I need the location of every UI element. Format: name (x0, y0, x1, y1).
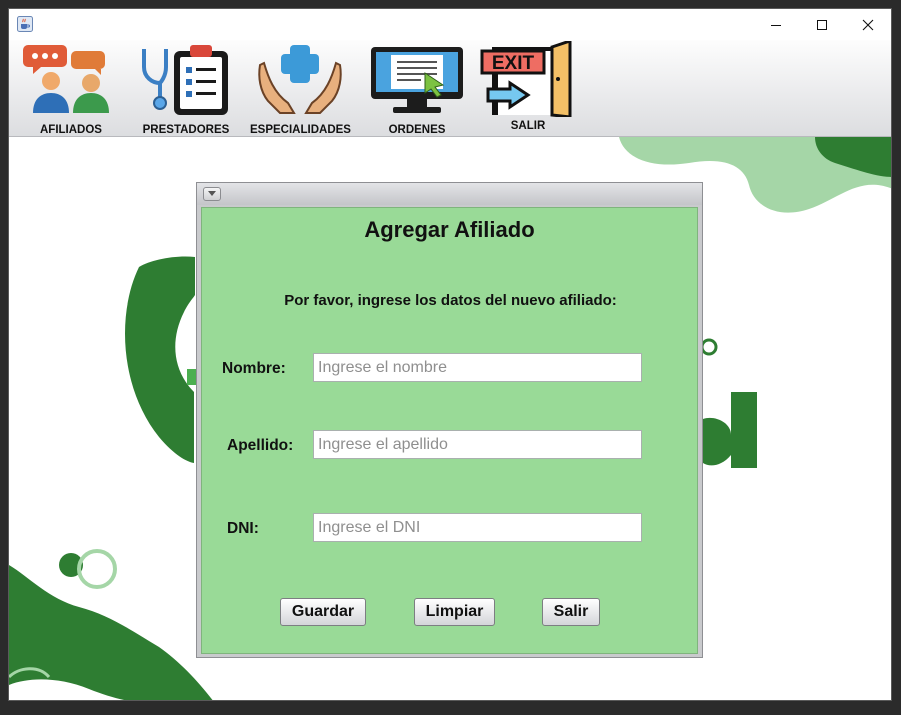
maximize-button[interactable] (799, 9, 845, 40)
stethoscope-clipboard-icon (142, 45, 228, 115)
dni-label: DNI: (227, 520, 259, 537)
chevron-down-icon (208, 191, 216, 196)
exit-door-icon: EXIT (480, 41, 572, 117)
add-afiliado-dialog: Agregar Afiliado Por favor, ingrese los … (196, 182, 703, 658)
close-icon (862, 19, 874, 30)
toolbar-especialidades-label: ESPECIALIDADES (250, 124, 351, 136)
toolbar-prestadores-button[interactable]: PRESTADORES (136, 43, 236, 136)
dialog-instructions: Por favor, ingrese los datos del nuevo a… (284, 292, 617, 309)
minimize-icon (771, 24, 781, 26)
toolbar-afiliados-button[interactable]: AFILIADOS (21, 43, 121, 136)
main-toolbar: AFILIADOS PRESTADORES ESPECIALIDADES ORD… (9, 40, 891, 137)
toolbar-salir-label: SALIR (510, 120, 546, 132)
guardar-button[interactable]: Guardar (280, 598, 366, 626)
people-chat-icon (23, 45, 109, 113)
toolbar-salir-button[interactable]: EXIT SALIR (478, 41, 578, 135)
toolbar-ordenes-label: ORDENES (388, 124, 446, 136)
dialog-title-bar[interactable] (197, 183, 702, 205)
dni-input[interactable] (313, 513, 642, 542)
toolbar-especialidades-button[interactable]: ESPECIALIDADES (250, 43, 351, 136)
salir-button[interactable]: Salir (542, 598, 600, 626)
close-button[interactable] (845, 9, 891, 40)
minimize-button[interactable] (753, 9, 799, 40)
toolbar-afiliados-label: AFILIADOS (40, 124, 102, 136)
main-window: AFILIADOS PRESTADORES ESPECIALIDADES ORD… (8, 8, 892, 701)
monitor-document-icon (371, 47, 463, 113)
dialog-form: Agregar Afiliado Por favor, ingrese los … (201, 207, 698, 654)
title-bar (9, 9, 891, 40)
hands-medical-cross-icon (258, 45, 343, 114)
dialog-heading: Agregar Afiliado (364, 217, 535, 242)
limpiar-button[interactable]: Limpiar (414, 598, 495, 626)
nombre-label: Nombre: (222, 360, 286, 377)
java-cup-icon (17, 16, 33, 32)
toolbar-ordenes-button[interactable]: ORDENES (367, 43, 467, 136)
apellido-input[interactable] (313, 430, 642, 459)
desktop-pane: Agregar Afiliado Por favor, ingrese los … (9, 137, 891, 700)
toolbar-prestadores-label: PRESTADORES (142, 124, 230, 136)
apellido-label: Apellido: (227, 437, 294, 454)
maximize-icon (817, 19, 827, 30)
nombre-input[interactable] (313, 353, 642, 382)
exit-sign-text: EXIT (492, 53, 535, 74)
dialog-menu-button[interactable] (203, 187, 221, 201)
